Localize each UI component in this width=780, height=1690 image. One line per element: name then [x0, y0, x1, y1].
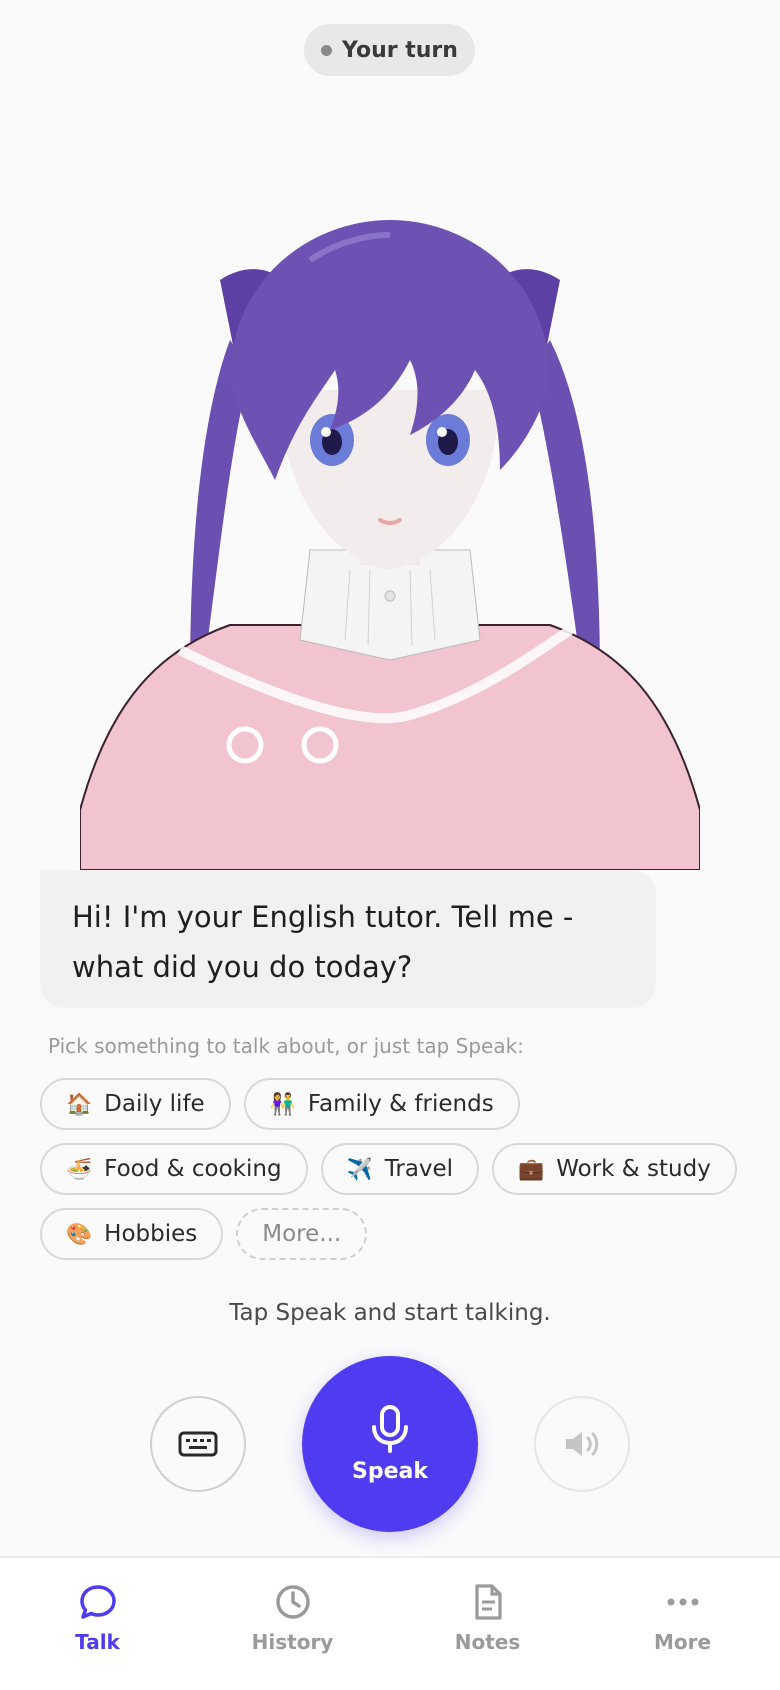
speaker-icon: [566, 1432, 599, 1456]
topic-chip-label: Work & study: [556, 1156, 711, 1182]
tutor-avatar: [80, 220, 700, 870]
airplane-icon: ✈️: [346, 1156, 373, 1181]
clock-icon: [275, 1585, 310, 1619]
nav-item-notes[interactable]: Notes: [390, 1558, 585, 1690]
nav-label-notes: Notes: [454, 1630, 521, 1654]
topic-chip-food-cooking[interactable]: 🍜 Food & cooking: [40, 1143, 308, 1195]
palette-icon: 🎨: [66, 1221, 93, 1246]
more-topics-chip[interactable]: More...: [236, 1208, 368, 1260]
keyboard-icon: [178, 1431, 218, 1457]
tutor-message-text: Hi! I'm your English tutor. Tell me - wh…: [72, 900, 574, 984]
topic-chip-label: Family & friends: [307, 1091, 494, 1117]
nav-item-talk[interactable]: Talk: [0, 1558, 195, 1690]
topic-chip-label: Travel: [384, 1156, 454, 1182]
speak-button-label: Speak: [352, 1458, 428, 1484]
turn-status-label: Your turn: [342, 37, 458, 63]
speak-hint: Tap Speak and start talking.: [229, 1300, 551, 1326]
keyboard-input-button[interactable]: [150, 1396, 246, 1492]
status-dot-icon: [321, 44, 333, 56]
topic-chip-travel[interactable]: ✈️ Travel: [320, 1143, 480, 1195]
topic-chip-hobbies[interactable]: 🎨 Hobbies: [40, 1208, 224, 1260]
document-icon: [474, 1584, 502, 1620]
speak-button[interactable]: Speak: [302, 1356, 478, 1532]
topic-chip-label: Hobbies: [104, 1221, 198, 1247]
nav-label-talk: Talk: [75, 1630, 120, 1654]
nav-item-more[interactable]: More: [585, 1558, 780, 1690]
noodle-bowl-icon: 🍜: [66, 1156, 93, 1181]
tutor-message-bubble: Hi! I'm your English tutor. Tell me - wh…: [40, 870, 656, 1008]
nav-label-history: History: [251, 1630, 334, 1654]
people-icon: 👫: [269, 1091, 296, 1116]
house-icon: 🏠: [66, 1091, 93, 1116]
topic-chip-label: Daily life: [104, 1091, 205, 1117]
nav-item-history[interactable]: History: [195, 1558, 390, 1690]
nav-label-more: More: [653, 1630, 712, 1654]
microphone-icon: [372, 1404, 408, 1453]
topic-chip-work-study[interactable]: 💼 Work & study: [492, 1143, 737, 1195]
replay-audio-button[interactable]: [534, 1396, 630, 1492]
bottom-navigation: Talk History Notes More: [0, 1556, 780, 1690]
chat-bubble-icon: [79, 1585, 116, 1619]
more-topics-label: More...: [262, 1221, 342, 1247]
topic-chip-family-friends[interactable]: 👫 Family & friends: [243, 1078, 520, 1130]
topic-chips: 🏠 Daily life 👫 Family & friends 🍜 Food &…: [40, 1078, 740, 1273]
topic-chip-daily-life[interactable]: 🏠 Daily life: [40, 1078, 231, 1130]
topic-chip-label: Food & cooking: [104, 1156, 282, 1182]
turn-status-badge: Your turn: [304, 24, 475, 76]
more-dots-icon: [667, 1598, 698, 1606]
topic-prompt: Pick something to talk about, or just ta…: [48, 1034, 524, 1058]
briefcase-icon: 💼: [518, 1156, 545, 1181]
